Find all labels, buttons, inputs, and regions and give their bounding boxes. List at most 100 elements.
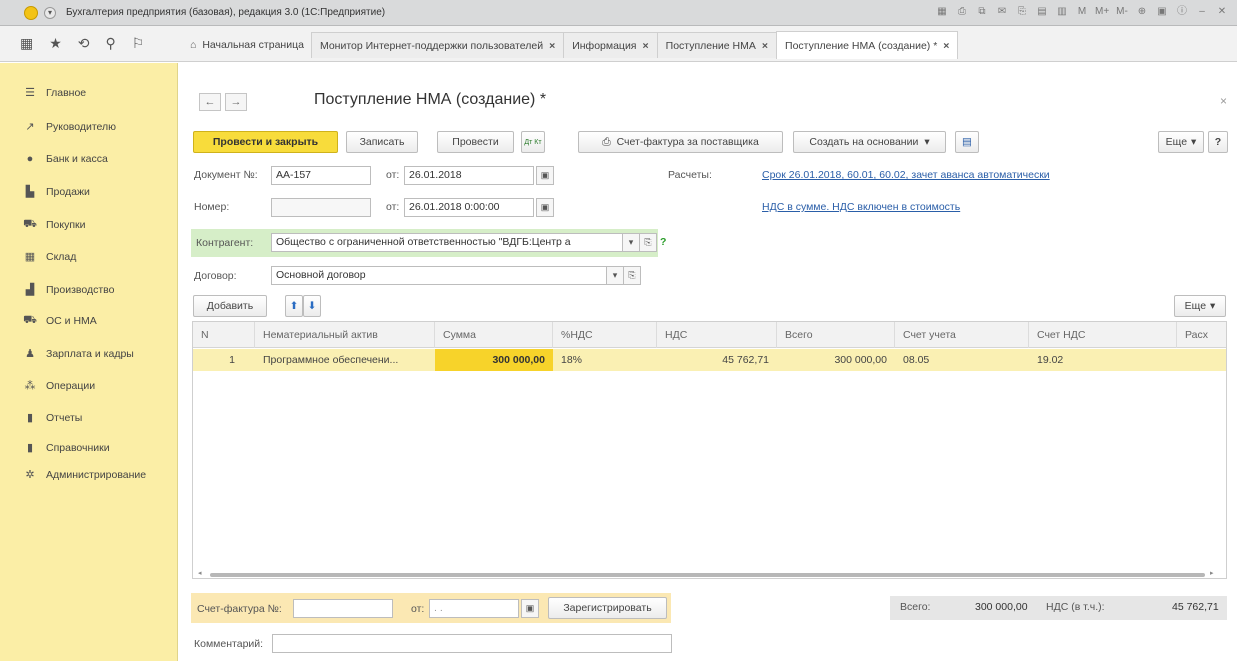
tab-close-icon[interactable]: × [549,40,555,52]
sidebar-item-sales[interactable]: ▙ Продажи [22,185,90,199]
cell-asset[interactable]: Программное обеспечени... [255,349,435,371]
history-icon[interactable]: ⟲ [78,35,90,52]
cell-vat[interactable]: 45 762,71 [657,349,777,371]
tab-nma-receipt-create[interactable]: Поступление НМА (создание) * × [776,31,959,59]
more-button[interactable]: Еще ▾ [1158,131,1204,153]
tool-zoom-icon[interactable]: ⊕ [1135,5,1149,19]
create-based-on-button[interactable]: Создать на основании ▾ [793,131,946,153]
chevron-down-icon[interactable]: ▾ [606,266,624,285]
tab-home[interactable]: ⌂ Начальная страница [182,32,312,58]
sidebar-item-production[interactable]: ▟ Производство [22,283,115,297]
register-invoice-button[interactable]: Зарегистрировать [548,597,667,619]
scrollbar-thumb[interactable] [210,573,1205,577]
tab-information[interactable]: Информация × [563,32,658,58]
cell-sum[interactable]: 300 000,00 [435,349,553,371]
cell-vat-account[interactable]: 19.02 [1029,349,1177,371]
sidebar-item-reports[interactable]: ▮ Отчеты [22,411,82,425]
tool-calculator-icon[interactable]: ▥ [1055,5,1069,19]
notifications-bell-icon[interactable]: ⚐ [132,35,145,52]
open-icon[interactable]: ⎘ [639,233,657,252]
chevron-down-icon[interactable]: ▾ [622,233,640,252]
sidebar-item-catalogs[interactable]: ▮ Справочники [22,441,110,455]
doc-date-field[interactable]: 26.01.2018 [404,166,534,185]
tool-copy-icon[interactable]: ⧉ [975,5,989,19]
scroll-right-icon[interactable]: ▸ [1210,569,1214,577]
incoming-number-field[interactable] [271,198,371,217]
sidebar-item-administration[interactable]: ✲ Администрирование [22,468,146,482]
tab-support-monitor[interactable]: Монитор Интернет-поддержки пользователей… [310,32,565,58]
column-header-account[interactable]: Счет учета [895,322,1029,348]
tool-paste-icon[interactable]: ⎘ [1015,5,1029,19]
column-header-vat-rate[interactable]: %НДС [553,322,657,348]
cell-expenses[interactable] [1177,349,1226,371]
tool-mail-icon[interactable]: ✉ [995,5,1009,19]
sidebar-item-manager[interactable]: ↗ Руководителю [22,120,116,134]
tab-close-icon[interactable]: × [943,40,949,52]
help-icon[interactable]: ? [660,236,666,248]
forward-button[interactable]: → [225,93,247,111]
column-header-vat-account[interactable]: Счет НДС [1029,322,1177,348]
column-header-expenses[interactable]: Расх [1177,322,1226,348]
sidebar-item-warehouse[interactable]: ▦ Склад [22,250,77,264]
tool-grid-icon[interactable]: ▦ [935,5,949,19]
add-row-button[interactable]: Добавить [193,295,267,317]
cell-account[interactable]: 08.05 [895,349,1029,371]
sidebar-item-bank[interactable]: ● Банк и касса [22,153,108,165]
tool-mminus-button[interactable]: M- [1115,5,1129,19]
tool-calendar-icon[interactable]: ▤ [1035,5,1049,19]
close-window-icon[interactable]: ✕ [1215,5,1229,19]
tab-nma-receipts[interactable]: Поступление НМА × [656,32,778,58]
table-more-button[interactable]: Еще ▾ [1174,295,1226,317]
post-button[interactable]: Провести [437,131,514,153]
move-up-icon[interactable]: ⬆ [285,295,303,317]
save-button[interactable]: Записать [346,131,418,153]
invoice-from-supplier-button[interactable]: ⎙ Счет-фактура за поставщика [578,131,783,153]
table-horizontal-scrollbar[interactable]: ◂ ▸ [198,569,1218,578]
scroll-left-icon[interactable]: ◂ [198,569,202,577]
minimize-icon[interactable]: – [1195,5,1209,19]
main-menu-button[interactable]: ▾ [44,6,56,19]
dt-kt-button[interactable]: Дт Кт [521,131,545,153]
cell-n[interactable]: 1 [193,349,243,371]
column-header-sum[interactable]: Сумма [435,322,553,348]
calendar-icon[interactable]: ▣ [521,599,539,618]
invoice-number-field[interactable] [293,599,393,618]
sidebar-item-operations[interactable]: ⁂ Операции [22,379,96,393]
settlements-link[interactable]: Срок 26.01.2018, 60.01, 60.02, зачет ава… [762,169,1050,181]
close-form-icon[interactable]: × [1220,94,1227,108]
tool-m-button[interactable]: M [1075,5,1089,19]
tool-mplus-button[interactable]: M+ [1095,5,1109,19]
favorites-star-icon[interactable]: ★ [49,35,62,52]
tab-close-icon[interactable]: × [643,40,649,52]
move-down-icon[interactable]: ⬇ [303,295,321,317]
column-header-asset[interactable]: Нематериальный актив [255,322,435,348]
sections-grid-icon[interactable]: ▦ [20,35,33,52]
invoice-date-field[interactable]: . . [429,599,519,618]
back-button[interactable]: ← [199,93,221,111]
comment-field[interactable] [272,634,672,653]
column-header-n[interactable]: N [193,322,255,348]
counterparty-field[interactable]: Общество с ограниченной ответственностью… [271,233,623,252]
cell-total[interactable]: 300 000,00 [777,349,895,371]
vat-link[interactable]: НДС в сумме. НДС включен в стоимость [762,201,960,213]
sidebar-item-purchases[interactable]: ⛟ Покупки [22,218,85,232]
calendar-icon[interactable]: ▣ [536,166,554,185]
help-button[interactable]: ? [1208,131,1228,153]
column-header-total[interactable]: Всего [777,322,895,348]
calendar-icon[interactable]: ▣ [536,198,554,217]
contract-field[interactable]: Основной договор [271,266,607,285]
search-icon[interactable]: ⚲ [106,35,116,52]
post-and-close-button[interactable]: Провести и закрыть [193,131,338,153]
tool-info-icon[interactable]: ⓘ [1175,5,1189,19]
report-icon[interactable]: ▤ [955,131,979,153]
table-row[interactable]: 1 Программное обеспечени... 300 000,00 1… [193,349,1226,371]
tab-close-icon[interactable]: × [762,40,768,52]
tool-window-icon[interactable]: ▣ [1155,5,1169,19]
sidebar-item-main[interactable]: ☰ Главное [22,86,86,100]
tool-print-icon[interactable]: ⎙ [955,5,969,19]
open-icon[interactable]: ⎘ [623,266,641,285]
cell-vat-rate[interactable]: 18% [553,349,657,371]
doc-number-field[interactable]: АА-157 [271,166,371,185]
sidebar-item-fixed-assets[interactable]: ⛟ ОС и НМА [22,314,97,328]
sidebar-item-payroll[interactable]: ♟ Зарплата и кадры [22,347,134,361]
